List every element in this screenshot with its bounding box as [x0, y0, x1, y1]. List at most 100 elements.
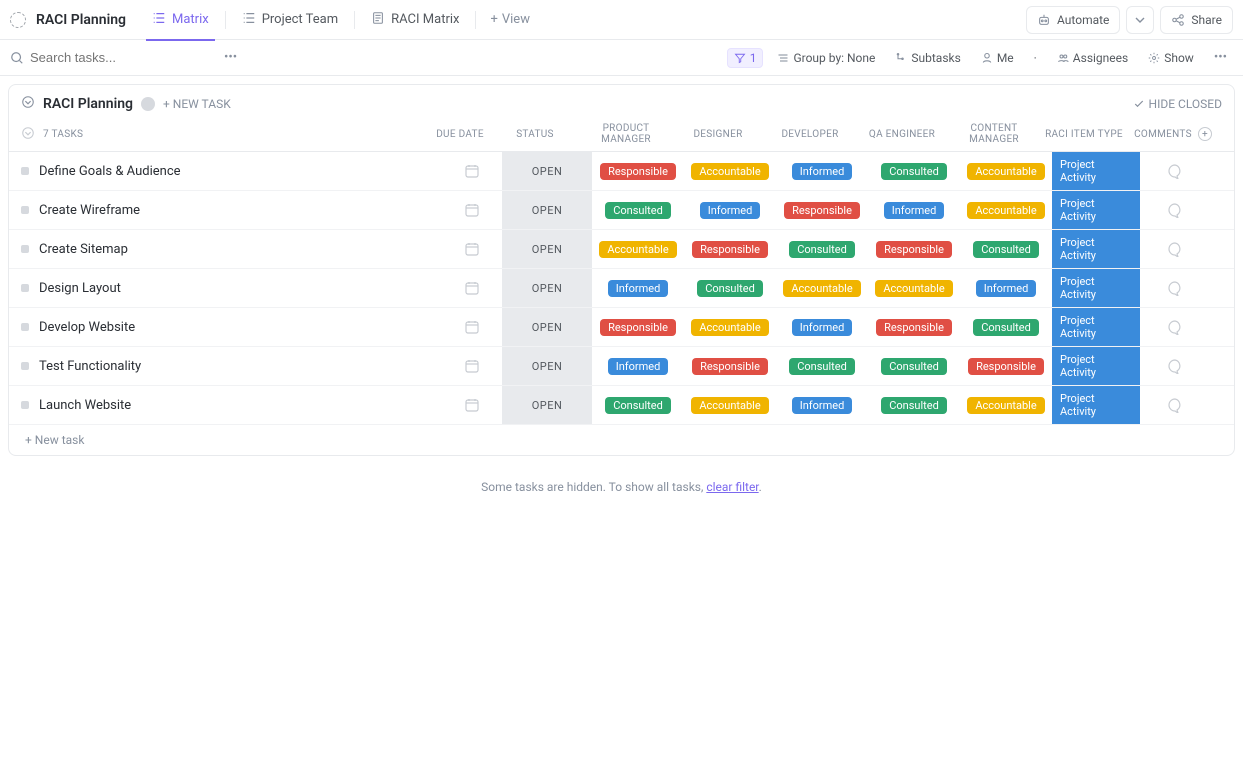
share-button[interactable]: Share: [1160, 6, 1233, 34]
type-cell[interactable]: Project Activity: [1052, 308, 1140, 346]
cm-cell[interactable]: Informed: [960, 269, 1052, 307]
cm-cell[interactable]: Responsible: [960, 347, 1052, 385]
col-developer[interactable]: DEVELOPER: [764, 129, 856, 140]
due-date-cell[interactable]: [442, 347, 502, 385]
status-cell[interactable]: OPEN: [502, 386, 592, 424]
due-date-cell[interactable]: [442, 308, 502, 346]
qa-cell[interactable]: Informed: [868, 191, 960, 229]
pm-cell[interactable]: Informed: [592, 269, 684, 307]
table-row[interactable]: Create SitemapOPENAccountableResponsible…: [9, 230, 1234, 269]
info-icon[interactable]: [141, 97, 155, 111]
col-designer[interactable]: DESIGNER: [672, 129, 764, 140]
type-cell[interactable]: Project Activity: [1052, 191, 1140, 229]
col-content-manager[interactable]: CONTENT MANAGER: [948, 123, 1040, 145]
table-row[interactable]: Launch WebsiteOPENConsultedAccountableIn…: [9, 386, 1234, 425]
type-cell[interactable]: Project Activity: [1052, 386, 1140, 424]
due-date-cell[interactable]: [442, 191, 502, 229]
col-product-manager[interactable]: PRODUCT MANAGER: [580, 123, 672, 145]
pm-cell[interactable]: Responsible: [592, 308, 684, 346]
table-row[interactable]: Test FunctionalityOPENInformedResponsibl…: [9, 347, 1234, 386]
groupby-button[interactable]: Group by: None: [771, 49, 881, 67]
developer-cell[interactable]: Accountable: [776, 269, 868, 307]
due-date-cell[interactable]: [442, 230, 502, 268]
tab-raci-matrix[interactable]: RACI Matrix: [359, 0, 471, 40]
tab-project-team[interactable]: Project Team: [230, 0, 350, 40]
designer-cell[interactable]: Responsible: [684, 230, 776, 268]
comments-cell[interactable]: [1140, 191, 1210, 229]
col-qa-engineer[interactable]: QA ENGINEER: [856, 129, 948, 140]
comments-cell[interactable]: [1140, 308, 1210, 346]
show-button[interactable]: Show: [1142, 49, 1200, 67]
status-cell[interactable]: OPEN: [502, 230, 592, 268]
view-more-button[interactable]: •••: [1208, 46, 1233, 69]
table-row[interactable]: Develop WebsiteOPENResponsibleAccountabl…: [9, 308, 1234, 347]
cm-cell[interactable]: Accountable: [960, 191, 1052, 229]
developer-cell[interactable]: Consulted: [776, 347, 868, 385]
automate-button[interactable]: Automate: [1026, 6, 1120, 34]
qa-cell[interactable]: Responsible: [868, 230, 960, 268]
type-cell[interactable]: Project Activity: [1052, 347, 1140, 385]
qa-cell[interactable]: Consulted: [868, 386, 960, 424]
col-due-date[interactable]: DUE DATE: [430, 129, 490, 140]
cm-cell[interactable]: Consulted: [960, 308, 1052, 346]
qa-cell[interactable]: Responsible: [868, 308, 960, 346]
comments-cell[interactable]: [1140, 269, 1210, 307]
designer-cell[interactable]: Responsible: [684, 347, 776, 385]
pm-cell[interactable]: Consulted: [592, 191, 684, 229]
col-comments[interactable]: COMMENTS: [1128, 129, 1198, 140]
developer-cell[interactable]: Responsible: [776, 191, 868, 229]
developer-cell[interactable]: Informed: [776, 152, 868, 190]
designer-cell[interactable]: Consulted: [684, 269, 776, 307]
comments-cell[interactable]: [1140, 347, 1210, 385]
type-cell[interactable]: Project Activity: [1052, 269, 1140, 307]
qa-cell[interactable]: Consulted: [868, 152, 960, 190]
hide-closed-button[interactable]: HIDE CLOSED: [1133, 97, 1222, 111]
status-cell[interactable]: OPEN: [502, 308, 592, 346]
status-cell[interactable]: OPEN: [502, 269, 592, 307]
qa-cell[interactable]: Accountable: [868, 269, 960, 307]
comments-cell[interactable]: [1140, 152, 1210, 190]
automate-dropdown[interactable]: [1126, 6, 1154, 34]
cm-cell[interactable]: Consulted: [960, 230, 1052, 268]
due-date-cell[interactable]: [442, 152, 502, 190]
new-task-row[interactable]: + New task: [9, 425, 1234, 455]
type-cell[interactable]: Project Activity: [1052, 152, 1140, 190]
search-more-button[interactable]: •••: [218, 46, 243, 69]
expand-all-toggle[interactable]: [21, 126, 35, 143]
pm-cell[interactable]: Accountable: [592, 230, 684, 268]
cm-cell[interactable]: Accountable: [960, 152, 1052, 190]
col-status[interactable]: STATUS: [490, 129, 580, 140]
me-button[interactable]: Me: [975, 49, 1020, 67]
comments-cell[interactable]: [1140, 386, 1210, 424]
search-input[interactable]: [30, 50, 170, 65]
collapse-toggle[interactable]: [21, 95, 35, 113]
due-date-cell[interactable]: [442, 386, 502, 424]
status-cell[interactable]: OPEN: [502, 152, 592, 190]
assignees-button[interactable]: Assignees: [1051, 49, 1134, 67]
comments-cell[interactable]: [1140, 230, 1210, 268]
due-date-cell[interactable]: [442, 269, 502, 307]
pm-cell[interactable]: Consulted: [592, 386, 684, 424]
status-cell[interactable]: OPEN: [502, 347, 592, 385]
designer-cell[interactable]: Accountable: [684, 386, 776, 424]
developer-cell[interactable]: Informed: [776, 386, 868, 424]
subtasks-button[interactable]: Subtasks: [889, 49, 966, 67]
developer-cell[interactable]: Consulted: [776, 230, 868, 268]
tab-matrix[interactable]: Matrix: [140, 0, 221, 40]
table-row[interactable]: Define Goals & AudienceOPENResponsibleAc…: [9, 152, 1234, 191]
status-cell[interactable]: OPEN: [502, 191, 592, 229]
filter-button[interactable]: 1: [727, 48, 764, 68]
add-view-button[interactable]: + View: [480, 12, 540, 27]
add-column-button[interactable]: +: [1198, 127, 1222, 141]
new-task-button[interactable]: + NEW TASK: [163, 97, 231, 111]
table-row[interactable]: Design LayoutOPENInformedConsultedAccoun…: [9, 269, 1234, 308]
developer-cell[interactable]: Informed: [776, 308, 868, 346]
designer-cell[interactable]: Informed: [684, 191, 776, 229]
designer-cell[interactable]: Accountable: [684, 308, 776, 346]
pm-cell[interactable]: Informed: [592, 347, 684, 385]
cm-cell[interactable]: Accountable: [960, 386, 1052, 424]
table-row[interactable]: Create WireframeOPENConsultedInformedRes…: [9, 191, 1234, 230]
col-raci-item-type[interactable]: RACI ITEM TYPE: [1040, 129, 1128, 140]
clear-filter-link[interactable]: clear filter: [706, 480, 758, 494]
pm-cell[interactable]: Responsible: [592, 152, 684, 190]
